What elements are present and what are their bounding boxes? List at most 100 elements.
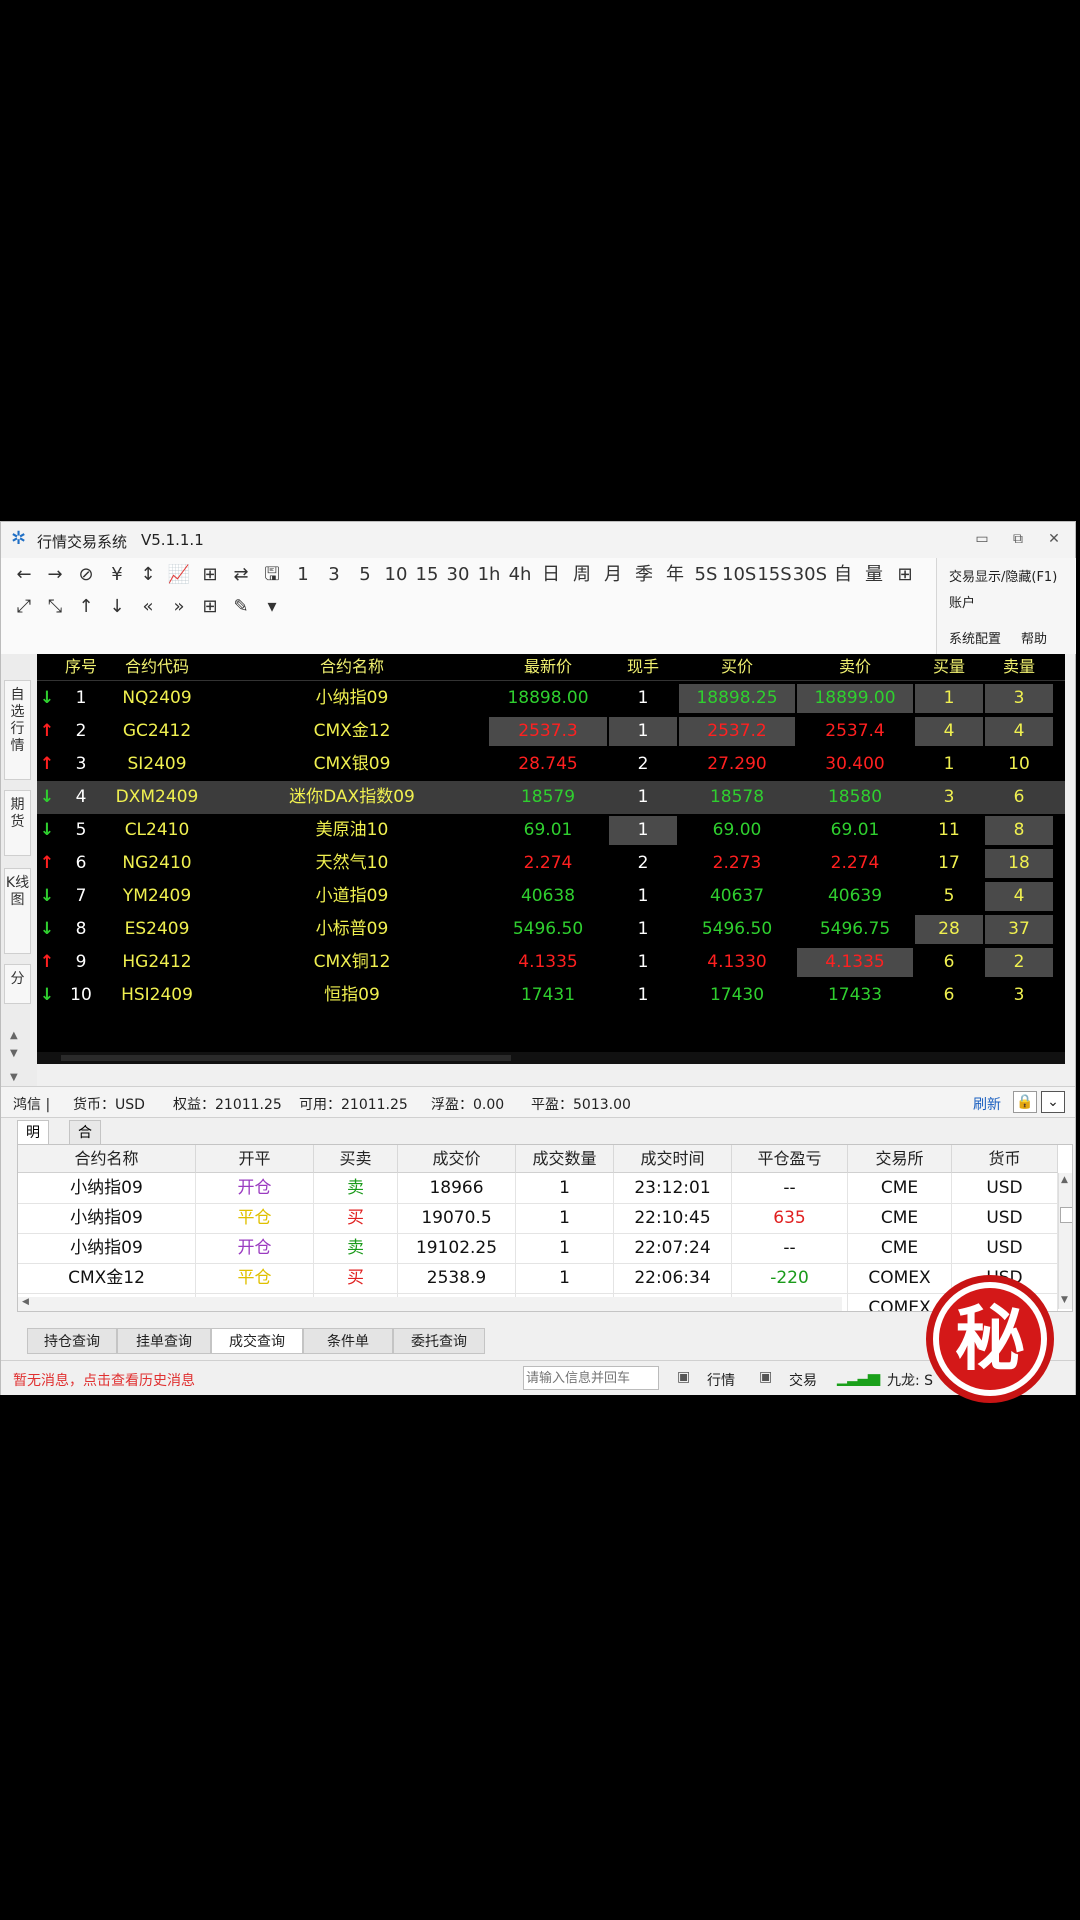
toggle-trade-button[interactable]: 交易显示/隐藏(F1) (949, 566, 1057, 585)
trade-col-name[interactable]: 合约名称 (18, 1145, 196, 1173)
scroll-down-icon[interactable]: ▼ (10, 1048, 18, 1059)
trade-vertical-scrollbar[interactable]: ▲ ▼ (1058, 1173, 1072, 1309)
collapse-icon[interactable]: ⌄ (1041, 1091, 1065, 1113)
scroll-down-icon[interactable]: ▼ (1061, 1295, 1068, 1305)
status-message[interactable]: 暂无消息，点击查看历史消息 (13, 1370, 195, 1390)
quote-row[interactable]: ↑ 2 GC2412 CMX金12 2537.3 1 2537.2 2537.4 4 4 (37, 715, 1065, 748)
toolbar-row1-button-27[interactable]: 量 (859, 561, 889, 589)
toolbar-row1-button-0[interactable]: ← (9, 561, 39, 589)
side-tab-futures[interactable]: 期货 (4, 790, 31, 856)
toolbar-row1-button-22[interactable]: 5S (691, 561, 721, 589)
toolbar-row1-button-4[interactable]: ↕ (133, 561, 163, 589)
minimize-icon[interactable]: ▭ (971, 530, 993, 548)
search-input[interactable] (523, 1366, 659, 1390)
toolbar-row1-button-23[interactable]: 10S (722, 561, 756, 589)
trade-row[interactable]: 小纳指09 开仓卖 19102.25 1 22:07:24 -- CME USD (18, 1233, 1058, 1264)
tab-detail[interactable]: 明细 (17, 1120, 49, 1165)
toolbar-row2-button-0[interactable]: ⤢ (9, 593, 39, 621)
tab-summary[interactable]: 合计 (69, 1120, 101, 1165)
toolbar-row2-button-4[interactable]: « (133, 593, 163, 621)
col-header-name[interactable]: 合约名称 (233, 654, 471, 680)
toolbar-row1-button-24[interactable]: 15S (757, 561, 791, 589)
quote-horizontal-scrollbar[interactable] (37, 1052, 1065, 1064)
toolbar-row1-button-28[interactable]: ⊞ (890, 561, 920, 589)
toolbar-row1-button-6[interactable]: ⊞ (195, 561, 225, 589)
toolbar-row1-button-11[interactable]: 5 (350, 561, 380, 589)
scroll-down-icon[interactable]: ▼ (10, 1072, 18, 1083)
toolbar-row1-button-16[interactable]: 4h (505, 561, 535, 589)
toolbar-row1-button-3[interactable]: ¥ (102, 561, 132, 589)
toolbar-row1-button-17[interactable]: 日 (536, 561, 566, 589)
trade-col-time[interactable]: 成交时间 (614, 1145, 732, 1173)
quote-row[interactable]: ↓ 8 ES2409 小标普09 5496.50 1 5496.50 5496.75 28 37 (37, 913, 1065, 946)
lock-icon[interactable]: 🔒 (1013, 1091, 1037, 1113)
toolbar-row1-button-8[interactable]: 🖫 (257, 561, 287, 589)
scroll-up-icon[interactable]: ▲ (1061, 1175, 1068, 1185)
trade-col-side[interactable]: 买卖 (314, 1145, 398, 1173)
toolbar-row1-button-10[interactable]: 3 (319, 561, 349, 589)
account-button[interactable]: 账户 (949, 592, 975, 611)
quote-row[interactable]: ↓ 7 YM2409 小道指09 40638 1 40637 40639 5 4 (37, 880, 1065, 913)
help-button[interactable]: 帮助 (1021, 628, 1047, 647)
close-icon[interactable]: ✕ (1043, 530, 1065, 548)
scroll-thumb[interactable] (1060, 1207, 1072, 1223)
col-header-last[interactable]: 最新价 (489, 654, 607, 680)
trade-col-pl[interactable]: 平仓盈亏 (732, 1145, 848, 1173)
toolbar-row1-button-12[interactable]: 10 (381, 561, 411, 589)
col-header-ask[interactable]: 卖价 (797, 654, 913, 680)
toolbar-row2-button-3[interactable]: ↓ (102, 593, 132, 621)
toolbar-row1-button-7[interactable]: ⇄ (226, 561, 256, 589)
col-header-code[interactable]: 合约代码 (105, 654, 209, 680)
scroll-left-icon[interactable]: ◀ (22, 1297, 29, 1307)
toolbar-row2-button-5[interactable]: » (164, 593, 194, 621)
toolbar-row2-button-8[interactable]: ▾ (257, 593, 287, 621)
side-tab-kline[interactable]: K线图 (4, 868, 31, 954)
toolbar-row1-button-19[interactable]: 月 (598, 561, 628, 589)
quote-row[interactable]: ↓ 1 NQ2409 小纳指09 18898.00 1 18898.25 18899.00 1 3 (37, 682, 1065, 715)
toolbar-row1-button-25[interactable]: 30S (793, 561, 827, 589)
toolbar-row1-button-20[interactable]: 季 (629, 561, 659, 589)
toolbar-row1-button-15[interactable]: 1h (474, 561, 504, 589)
col-header-bid[interactable]: 买价 (679, 654, 795, 680)
toolbar-row1-button-26[interactable]: 自 (828, 561, 858, 589)
col-header-no[interactable]: 序号 (59, 654, 103, 680)
side-tab-watchlist[interactable]: 自选行情 (4, 680, 31, 780)
toolbar-row2-button-6[interactable]: ⊞ (195, 593, 225, 621)
trade-horizontal-scrollbar[interactable]: ◀ (18, 1297, 842, 1311)
tab-conditional[interactable]: 条件单 (303, 1328, 393, 1354)
trade-col-price[interactable]: 成交价 (398, 1145, 516, 1173)
toolbar-row1-button-2[interactable]: ⊘ (71, 561, 101, 589)
toolbar-row2-button-2[interactable]: ↑ (71, 593, 101, 621)
toolbar-row1-button-21[interactable]: 年 (660, 561, 690, 589)
col-header-ask-qty[interactable]: 卖量 (985, 654, 1053, 680)
quote-row[interactable]: ↑ 3 SI2409 CMX银09 28.745 2 27.290 30.400 1 10 (37, 748, 1065, 781)
quote-row[interactable]: ↓ 5 CL2410 美原油10 69.01 1 69.00 69.01 11 8 (37, 814, 1065, 847)
restore-icon[interactable]: ⧉ (1007, 530, 1029, 548)
trade-col-currency[interactable]: 货币 (952, 1145, 1058, 1173)
quote-row[interactable]: ↑ 6 NG2410 天然气10 2.274 2 2.273 2.274 17 18 (37, 847, 1065, 880)
tab-positions[interactable]: 持仓查询 (27, 1328, 117, 1354)
toolbar-row1-button-9[interactable]: 1 (288, 561, 318, 589)
toolbar-row1-button-13[interactable]: 15 (412, 561, 442, 589)
trade-col-open-close[interactable]: 开平 (196, 1145, 314, 1173)
quote-row[interactable]: ↑ 9 HG2412 CMX铜12 4.1335 1 4.1330 4.1335 6 2 (37, 946, 1065, 979)
tab-trades[interactable]: 成交查询 (211, 1328, 303, 1354)
quote-status[interactable]: 行情 (707, 1370, 735, 1390)
tab-pending-orders[interactable]: 挂单查询 (117, 1328, 211, 1354)
side-tab-timeshare[interactable]: 分 (4, 964, 31, 1004)
trade-status[interactable]: 交易 (789, 1370, 817, 1390)
trade-row[interactable]: 小纳指09 开仓卖 18966 1 23:12:01 -- CME USD (18, 1173, 1058, 1204)
col-header-vol[interactable]: 现手 (609, 654, 677, 680)
col-header-bid-qty[interactable]: 买量 (915, 654, 983, 680)
toolbar-row1-button-14[interactable]: 30 (443, 561, 473, 589)
trade-row[interactable]: CMX金12平仓买2538.9122:06:34-220COMEXUSD (18, 1263, 1058, 1294)
quote-row[interactable]: ↓ 10 HSI2409 恒指09 17431 1 17430 17433 6 3 (37, 979, 1065, 1012)
tab-orders[interactable]: 委托查询 (393, 1328, 485, 1354)
trade-col-qty[interactable]: 成交数量 (516, 1145, 614, 1173)
trade-col-exchange[interactable]: 交易所 (848, 1145, 952, 1173)
config-button[interactable]: 系统配置 (949, 628, 1001, 647)
trade-row[interactable]: 小纳指09 平仓买 19070.5 1 22:10:45 635 CME USD (18, 1203, 1058, 1234)
toolbar-row2-button-1[interactable]: ⤡ (40, 593, 70, 621)
toolbar-row1-button-18[interactable]: 周 (567, 561, 597, 589)
toolbar-row2-button-7[interactable]: ✎ (226, 593, 256, 621)
